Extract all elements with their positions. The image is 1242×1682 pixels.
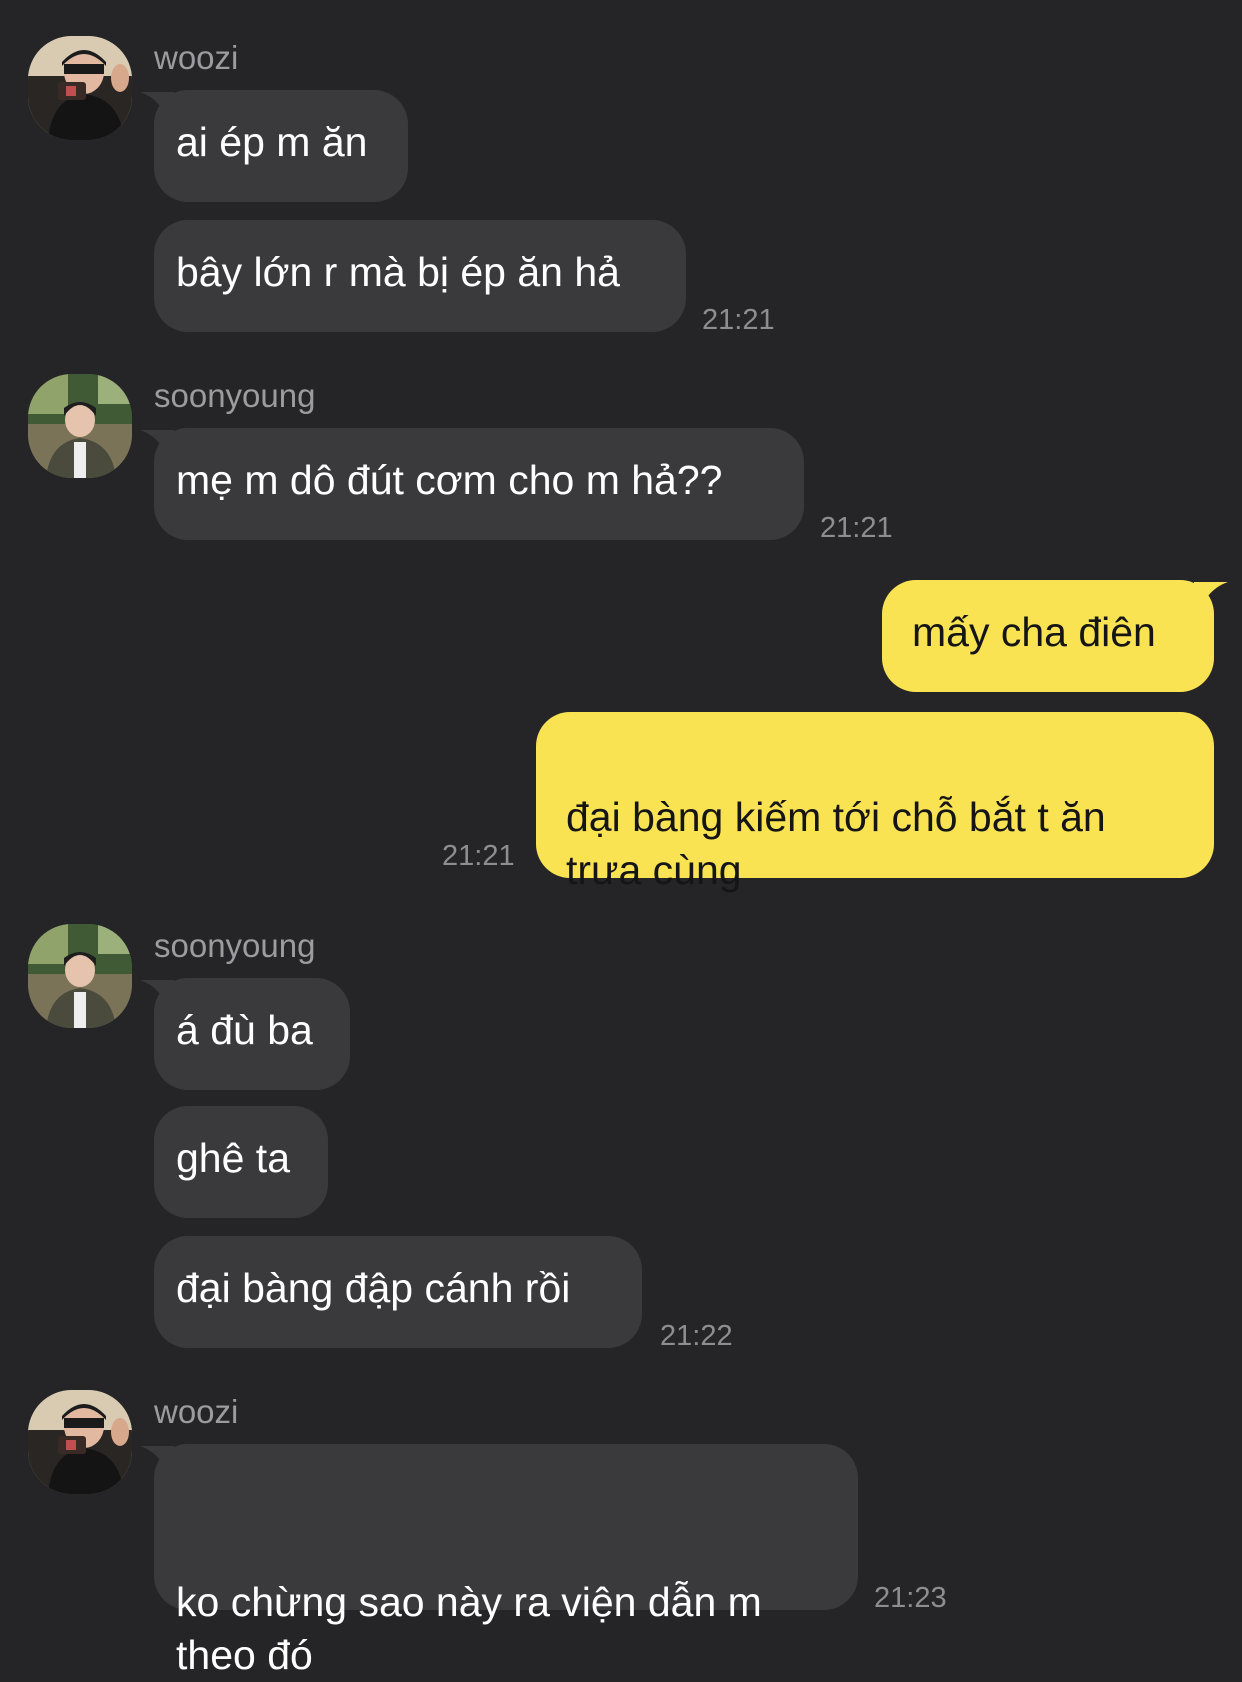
- bubble-tail-icon: [140, 980, 174, 1010]
- sender-name: soonyoung: [154, 927, 316, 964]
- message-bubble[interactable]: ai ép m ăn: [140, 90, 408, 202]
- avatar-woozi[interactable]: [28, 36, 132, 140]
- message-text: bây lớn r mà bị ép ăn hả: [176, 249, 620, 295]
- message-time: 21:21: [442, 840, 515, 872]
- bubble-tail-icon: [140, 92, 174, 122]
- avatar-woozi[interactable]: [28, 1390, 132, 1494]
- outgoing-message-bubble[interactable]: đại bàng kiếm tới chỗ bắt t ăn trưa cùng: [536, 712, 1214, 893]
- message-text: đại bàng đập cánh rồi: [176, 1265, 571, 1311]
- woozi-avatar-icon: [28, 1390, 132, 1494]
- soonyoung-avatar-icon: [28, 374, 132, 478]
- sender-name: woozi: [154, 39, 239, 76]
- message-bubble[interactable]: đại bàng đập cánh rồi: [154, 1236, 642, 1348]
- message-time: 21:21: [820, 512, 893, 544]
- avatar-soonyoung[interactable]: [28, 374, 132, 478]
- bubble-tail-icon: [1194, 582, 1228, 612]
- woozi-avatar-icon: [28, 36, 132, 140]
- message-text: đại bàng kiếm tới chỗ bắt t ăn trưa cùng: [566, 794, 1106, 893]
- message-bubble[interactable]: mẹ m dô đút cơm cho m hả??: [140, 428, 804, 540]
- bubble-tail-icon: [140, 430, 174, 460]
- chat-view[interactable]: woozi ai ép m ăn bây lớn r mà bị ép ăn h…: [0, 0, 1242, 1678]
- message-time: 21:22: [660, 1320, 733, 1352]
- message-bubble[interactable]: bây lớn r mà bị ép ăn hả: [154, 220, 686, 332]
- message-text: ko chừng sao này ra viện dẫn m theo đó: [176, 1579, 762, 1678]
- message-text: á đù ba: [176, 1007, 313, 1053]
- outgoing-message-bubble[interactable]: mấy cha điên: [882, 580, 1228, 692]
- bubble-tail-icon: [140, 1446, 174, 1476]
- avatar-soonyoung[interactable]: [28, 924, 132, 1028]
- sender-name: soonyoung: [154, 377, 316, 414]
- sender-name: woozi: [154, 1393, 239, 1430]
- message-bubble[interactable]: ghê ta: [154, 1106, 328, 1218]
- message-time: 21:23: [874, 1582, 947, 1614]
- message-bubble[interactable]: ko chừng sao này ra viện dẫn m theo đó: [140, 1444, 858, 1678]
- message-text: ghê ta: [176, 1135, 290, 1181]
- message-bubble[interactable]: á đù ba: [140, 978, 350, 1090]
- message-text: mấy cha điên: [912, 609, 1156, 655]
- message-time: 21:21: [702, 304, 775, 336]
- message-text: mẹ m dô đút cơm cho m hả??: [176, 457, 723, 503]
- soonyoung-avatar-icon: [28, 924, 132, 1028]
- message-text: ai ép m ăn: [176, 119, 368, 165]
